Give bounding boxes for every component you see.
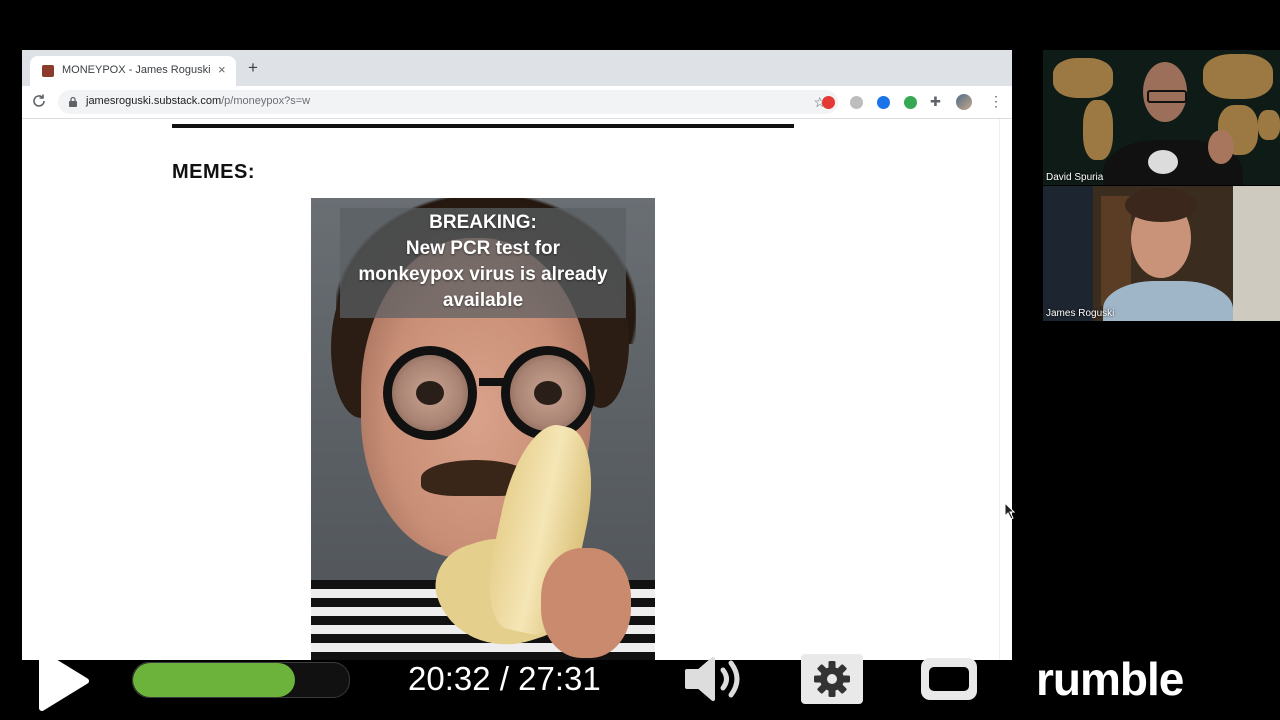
page-scrollbar[interactable]: [999, 119, 1012, 660]
red-abp-icon[interactable]: [822, 96, 835, 109]
progress-fill: [133, 663, 295, 697]
green-circle-icon[interactable]: [904, 96, 917, 109]
world-map-shape: [1053, 58, 1113, 98]
browser-tab[interactable]: MONEYPOX - James Roguski ×: [30, 56, 236, 86]
glasses-icon: [1147, 90, 1187, 103]
fullscreen-icon[interactable]: [917, 654, 981, 704]
gear-icon: [814, 661, 850, 697]
volume-icon[interactable]: [683, 654, 747, 704]
horizontal-divider: [172, 124, 794, 128]
rumble-logo[interactable]: rumble: [1036, 652, 1184, 706]
participant-name: James Roguski: [1046, 308, 1115, 319]
memes-heading: MEMES:: [172, 161, 255, 183]
webcam-tile-david: David Spuria: [1043, 50, 1280, 185]
settings-button[interactable]: [801, 654, 863, 704]
background-door: [1043, 186, 1093, 321]
gray-circle-icon[interactable]: [850, 96, 863, 109]
caption-line-2: New PCR test for: [405, 238, 561, 259]
browser-toolbar: jamesroguski.substack.com/p/moneypox?s=w…: [22, 86, 1012, 119]
tab-title: MONEYPOX - James Roguski: [62, 64, 211, 76]
more-menu-icon[interactable]: ⋮: [989, 91, 1003, 111]
pupil-right: [534, 381, 562, 405]
caption-line-1: BREAKING:: [429, 212, 537, 233]
caption-line-3: monkeypox virus is already: [358, 264, 608, 285]
person-hair: [1125, 188, 1197, 222]
shirt-graphic: [1148, 150, 1178, 174]
world-map-shape: [1203, 54, 1273, 99]
blue-circle-icon[interactable]: [877, 96, 890, 109]
webcam-tile-james: James Roguski: [1043, 186, 1280, 321]
duration: 27:31: [518, 660, 601, 697]
progress-bar[interactable]: [132, 662, 350, 698]
glasses-lens-left: [383, 346, 477, 440]
url-host: jamesroguski.substack.com: [86, 95, 222, 107]
time-separator: /: [490, 660, 519, 697]
mouse-cursor-icon: [1004, 502, 1016, 520]
reload-icon[interactable]: [31, 93, 47, 109]
time-readout: 20:32 / 27:31: [408, 660, 601, 698]
raised-hand: [1208, 130, 1234, 164]
url-path: /p/moneypox?s=w: [221, 95, 311, 107]
background-wall: [1233, 186, 1280, 321]
substack-favicon-icon: [42, 65, 54, 77]
tab-close-icon[interactable]: ×: [218, 62, 226, 77]
world-map-shape: [1083, 100, 1113, 160]
world-map-shape: [1258, 110, 1280, 140]
page-content: MEMES: BREAKING: New PCR test for monkey…: [22, 119, 1012, 660]
new-tab-button[interactable]: +: [248, 59, 258, 76]
lock-icon: [69, 96, 77, 107]
shared-browser-window: MONEYPOX - James Roguski × + jamesrogusk…: [22, 50, 1012, 660]
puzzle-icon[interactable]: ✚: [930, 94, 941, 110]
video-player-controls: 20:32 / 27:31 rumble: [0, 630, 1280, 720]
caption-line-4: available: [442, 290, 524, 311]
url-text: jamesroguski.substack.com/p/moneypox?s=w: [86, 95, 310, 107]
glasses-bridge: [479, 378, 505, 386]
play-button[interactable]: [36, 650, 92, 712]
address-bar[interactable]: jamesroguski.substack.com/p/moneypox?s=w…: [58, 90, 838, 114]
person-body: [1103, 281, 1233, 321]
pupil-left: [416, 381, 444, 405]
participant-name: David Spuria: [1046, 172, 1104, 183]
current-time: 20:32: [408, 660, 491, 697]
profile-avatar[interactable]: [956, 94, 972, 110]
meme-image: BREAKING: New PCR test for monkeypox vir…: [311, 198, 655, 660]
tab-strip: MONEYPOX - James Roguski × +: [22, 50, 1012, 86]
